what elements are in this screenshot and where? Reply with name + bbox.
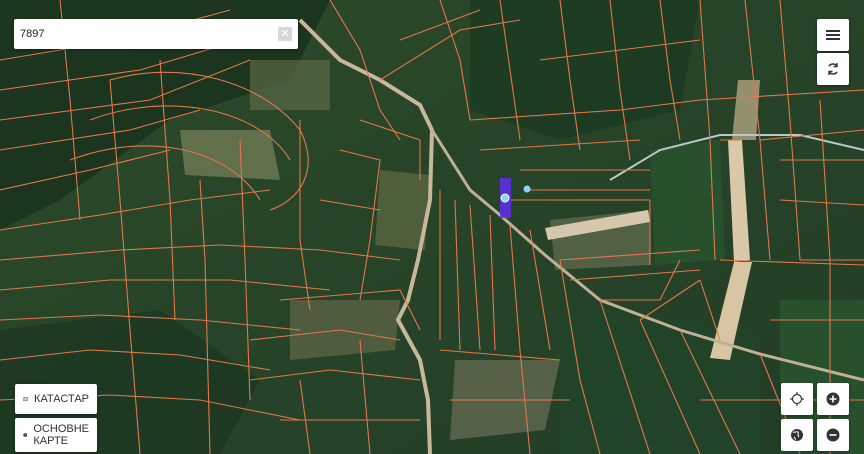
base-maps-button[interactable]: ОСНОВНЕ КАРТЕ — [15, 418, 97, 452]
crosshair-icon — [790, 392, 804, 406]
refresh-button[interactable] — [817, 53, 849, 85]
base-maps-label: ОСНОВНЕ КАРТЕ — [33, 423, 89, 447]
map-icon — [23, 396, 28, 402]
globe-icon — [23, 433, 28, 437]
satellite-map[interactable] — [0, 0, 864, 454]
close-icon[interactable]: ✕ — [278, 27, 292, 41]
locate-button[interactable] — [781, 383, 813, 415]
menu-icon — [826, 30, 840, 40]
refresh-icon — [828, 63, 838, 75]
globe-button[interactable] — [781, 419, 813, 451]
search-input[interactable] — [14, 20, 276, 48]
cadastre-button[interactable]: КАТАСТАР — [15, 384, 97, 414]
search-box: ✕ — [14, 19, 298, 49]
globe-icon — [791, 429, 803, 441]
plus-icon — [826, 392, 840, 406]
cadastre-label: КАТАСТАР — [34, 393, 89, 405]
zoom-out-button[interactable] — [817, 419, 849, 451]
zoom-in-button[interactable] — [817, 383, 849, 415]
location-marker — [523, 185, 531, 193]
menu-button[interactable] — [817, 19, 849, 51]
parcel-marker — [500, 193, 510, 203]
minus-icon — [826, 428, 840, 442]
